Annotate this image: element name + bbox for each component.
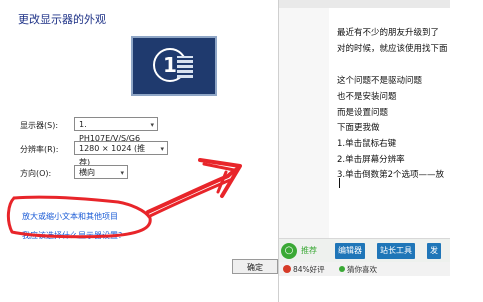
ok-button[interactable]: 确定 [232,259,278,274]
text-cursor [339,178,340,188]
webmaster-tools-button[interactable]: 站长工具 [377,243,415,259]
recommend-button[interactable]: 推荐 [301,245,317,256]
green-circle-icon[interactable]: ○ [281,243,297,259]
orientation-label: 方向(O): [20,169,52,178]
rating-text[interactable]: 84%好评 [293,264,325,275]
editor-line[interactable]: 2.单击屏幕分辨率 [337,153,405,165]
editor-line[interactable]: 也不是安装问题 [337,90,397,102]
editor-gutter [279,8,329,238]
orientation-select[interactable]: 横向 ▾ [74,165,128,179]
page-title: 更改显示器的外观 [18,13,106,26]
background-edge [450,0,483,302]
editor-toolbar: ○ 推荐 编辑器 站长工具 发 [279,238,451,263]
editor-button[interactable]: 编辑器 [335,243,365,259]
editor-bottom-area [279,276,451,302]
editor-line[interactable]: 1.单击鼠标右键 [337,137,396,149]
editor-line[interactable]: 3.单击倒数第2个选项——放 [337,168,444,180]
which-settings-link[interactable]: 我应该选择什么显示器设置? [22,230,122,241]
editor-line[interactable]: 下面更我做 [337,121,380,133]
editor-line[interactable]: 对的时候，就应该使用找下面 [337,42,448,54]
editor-line[interactable]: 最近有不少的朋友升级到了 [337,26,439,38]
monitor-grid-icon [177,56,193,78]
more-button[interactable]: 发 [427,243,441,259]
display-select-value: 1. PH107E/V/S/G6 [79,120,141,143]
chevron-down-icon: ▾ [150,121,154,129]
resolution-select[interactable]: 1280 × 1024 (推荐) ▾ [74,141,168,167]
editor-line[interactable]: 这个问题不是驱动问题 [337,74,422,86]
guess-you-like-link[interactable]: 猜你喜欢 [347,264,377,275]
advanced-text-size-link[interactable]: 放大或缩小文本和其他项目 [22,211,118,222]
editor-line[interactable]: 而是设置问题 [337,106,388,118]
display-settings-pane: 更改显示器的外观 1 显示器(S): 1. PH107E/V/S/G6 ▾ 分辨… [0,0,290,302]
editor-status-bar: 84%好评 猜你喜欢 [279,262,451,276]
chevron-down-icon: ▾ [160,145,164,153]
editor-title-bar [279,0,451,8]
text-editor-window: 最近有不少的朋友升级到了 对的时候，就应该使用找下面 这个问题不是驱动问题 也不… [278,0,451,302]
resolution-label: 分辨率(R): [20,145,59,154]
resolution-select-value: 1280 × 1024 (推荐) [79,144,146,167]
display-label: 显示器(S): [20,121,59,130]
monitor-preview[interactable]: 1 [131,36,217,96]
guess-icon [339,266,345,272]
chevron-down-icon: ▾ [120,169,124,177]
orientation-select-value: 横向 [79,168,95,177]
rating-icon [283,265,291,273]
display-select[interactable]: 1. PH107E/V/S/G6 ▾ [74,117,158,143]
